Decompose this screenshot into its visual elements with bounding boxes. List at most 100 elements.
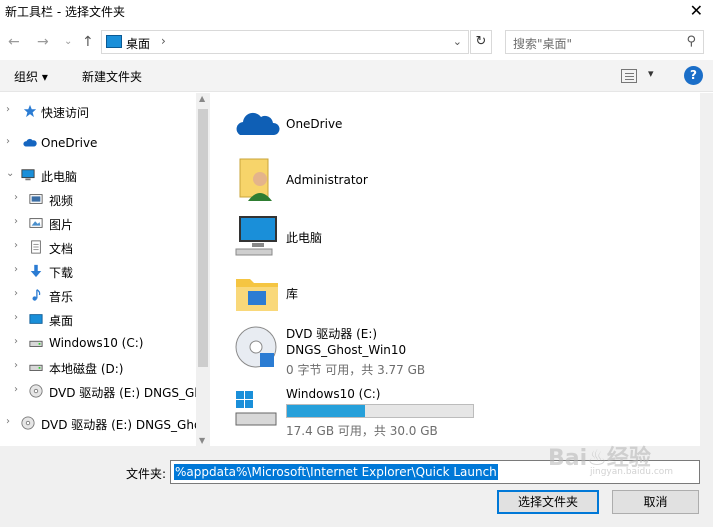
star-icon — [23, 104, 37, 118]
help-icon[interactable]: ? — [684, 66, 703, 85]
search-icon[interactable]: ⚲ — [686, 34, 696, 49]
content-item-dvd[interactable]: DVD 驱动器 (E:) DNGS_Ghost_Win10 0 字节 可用，共 … — [212, 323, 700, 377]
onedrive-icon — [236, 112, 280, 135]
folder-path-value[interactable]: %appdata%\Microsoft\Internet Explorer\Qu… — [174, 464, 498, 480]
tree-item-drive-c[interactable]: › Windows10 (C:) — [0, 333, 196, 355]
navigation-pane: › 快速访问 › OneDrive ⌄ 此电脑 › 视频 › 图片 › 文档 ›… — [0, 93, 196, 446]
dvd-icon — [29, 384, 43, 398]
expand-chevron-icon[interactable]: › — [6, 104, 10, 115]
expand-chevron-icon[interactable]: › — [14, 384, 18, 395]
computer-icon — [21, 169, 35, 181]
video-icon — [29, 194, 43, 204]
content-item-this-pc[interactable]: 此电脑 — [212, 213, 700, 259]
cloud-icon — [23, 138, 37, 147]
content-item-label: 库 — [286, 287, 299, 301]
content-item-onedrive[interactable]: OneDrive — [212, 101, 700, 147]
command-toolbar: 组织 ▾ 新建文件夹 ▾ ? — [0, 60, 713, 92]
tree-item-onedrive[interactable]: › OneDrive — [0, 133, 196, 155]
folder-field-label: 文件夹: — [126, 467, 167, 481]
watermark-url: jingyan.baidu.com — [590, 467, 674, 477]
content-item-administrator[interactable]: Administrator — [212, 157, 700, 203]
expand-chevron-icon[interactable]: › — [14, 336, 18, 347]
address-segment-desktop[interactable]: 桌面 — [126, 35, 150, 52]
content-item-libraries[interactable]: 库 — [212, 269, 700, 315]
desktop-icon — [106, 35, 122, 48]
tree-item-music[interactable]: › 音乐 — [0, 285, 196, 307]
expand-chevron-icon[interactable]: › — [6, 416, 10, 427]
tree-item-pictures[interactable]: › 图片 — [0, 213, 196, 235]
address-bar[interactable]: 桌面 › ⌄ — [101, 30, 469, 54]
tree-item-documents[interactable]: › 文档 — [0, 237, 196, 259]
tree-item-downloads[interactable]: › 下载 — [0, 261, 196, 283]
tree-item-this-pc[interactable]: ⌄ 此电脑 — [0, 165, 196, 187]
new-folder-button[interactable]: 新建文件夹 — [82, 68, 142, 85]
drive-usage-fill — [287, 405, 366, 417]
collapse-chevron-icon[interactable]: ⌄ — [6, 168, 14, 179]
tree-item-label: 下载 — [49, 266, 74, 280]
expand-chevron-icon[interactable]: › — [14, 360, 18, 371]
address-dropdown-icon[interactable]: ⌄ — [453, 35, 462, 48]
windows-drive-icon — [235, 391, 277, 426]
content-item-label: OneDrive — [286, 117, 343, 131]
select-folder-button[interactable]: 选择文件夹 — [497, 490, 599, 514]
view-options-icon[interactable] — [621, 69, 637, 83]
organize-button[interactable]: 组织 ▾ — [14, 68, 48, 85]
content-scrollbar[interactable] — [700, 93, 713, 446]
content-item-drive-c[interactable]: Windows10 (C:) 17.4 GB 可用，共 30.0 GB — [212, 385, 700, 438]
search-placeholder: 搜索"桌面" — [513, 37, 573, 51]
user-folder-icon — [239, 158, 272, 201]
expand-chevron-icon[interactable]: › — [14, 192, 18, 203]
tree-item-videos[interactable]: › 视频 — [0, 189, 196, 211]
close-icon[interactable]: ✕ — [690, 1, 703, 20]
expand-chevron-icon[interactable]: › — [14, 312, 18, 323]
navigation-scrollbar[interactable]: ▲ ▼ — [196, 93, 210, 446]
tree-item-label: 本地磁盘 (D:) — [49, 362, 124, 376]
desktop-icon — [29, 314, 43, 324]
tree-item-label: 图片 — [49, 218, 74, 232]
expand-chevron-icon[interactable]: › — [14, 240, 18, 251]
view-dropdown-icon[interactable]: ▾ — [648, 67, 654, 80]
tree-item-label: DVD 驱动器 (E:) DNGS_Gho — [41, 418, 196, 432]
breadcrumb-chevron-icon[interactable]: › — [161, 34, 166, 48]
refresh-button[interactable]: ↻ — [470, 30, 492, 54]
tree-item-dvd[interactable]: › DVD 驱动器 (E:) DNGS_Gho — [0, 413, 196, 435]
music-icon — [32, 289, 41, 301]
expand-chevron-icon[interactable]: › — [14, 264, 18, 275]
recent-locations-icon[interactable]: ⌄ — [64, 36, 72, 47]
content-item-label: DVD 驱动器 (E:) — [286, 327, 378, 341]
tree-item-quick-access[interactable]: › 快速访问 — [0, 101, 196, 123]
back-arrow-icon[interactable]: ← — [8, 34, 20, 50]
content-item-label: Administrator — [286, 173, 368, 187]
download-icon — [30, 264, 42, 278]
up-arrow-icon[interactable]: ↑ — [82, 34, 94, 50]
scrollbar-thumb[interactable] — [198, 109, 208, 367]
tree-item-desktop[interactable]: › 桌面 — [0, 309, 196, 331]
tree-item-label: 此电脑 — [41, 170, 78, 184]
scroll-down-icon[interactable]: ▼ — [199, 436, 205, 445]
dvd-volume-name: DNGS_Ghost_Win10 — [286, 343, 407, 357]
scroll-up-icon[interactable]: ▲ — [199, 94, 205, 103]
tree-item-label: 桌面 — [49, 314, 74, 328]
forward-arrow-icon[interactable]: → — [37, 34, 49, 50]
tree-item-drive-d[interactable]: › 本地磁盘 (D:) — [0, 357, 196, 379]
dvd-icon — [21, 416, 35, 430]
title-bar: 新工具栏 - 选择文件夹 ✕ — [0, 0, 713, 26]
cancel-button[interactable]: 取消 — [612, 490, 699, 514]
expand-chevron-icon[interactable]: › — [14, 216, 18, 227]
search-input[interactable]: 搜索"桌面" ⚲ — [505, 30, 704, 54]
library-icon — [236, 279, 278, 311]
content-pane: OneDrive Administrator 此电脑 库 DVD 驱动器 (E:… — [212, 93, 700, 446]
expand-chevron-icon[interactable]: › — [14, 288, 18, 299]
dvd-icon — [235, 326, 277, 368]
tree-item-dvd-nested[interactable]: › DVD 驱动器 (E:) DNGS_Gh — [0, 381, 196, 403]
dvd-capacity: 0 字节 可用，共 3.77 GB — [286, 363, 426, 377]
drive-usage-bar — [286, 404, 474, 418]
tree-item-label: 文档 — [49, 242, 74, 256]
tree-item-label: 音乐 — [49, 290, 74, 304]
document-icon — [31, 240, 41, 254]
window-title: 新工具栏 - 选择文件夹 — [5, 5, 125, 19]
content-item-label: Windows10 (C:) — [286, 387, 381, 401]
tree-item-label: 快速访问 — [41, 106, 90, 120]
navigation-bar: ← → ⌄ ↑ 桌面 › ⌄ ↻ 搜索"桌面" ⚲ — [0, 26, 713, 60]
expand-chevron-icon[interactable]: › — [6, 136, 10, 147]
